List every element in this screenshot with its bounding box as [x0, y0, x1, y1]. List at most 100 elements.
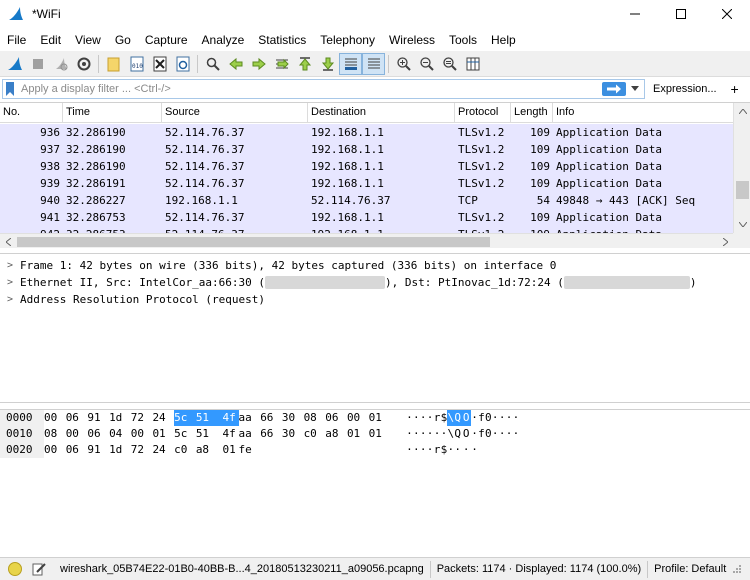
- hex-byte[interactable]: 24: [152, 442, 174, 458]
- colorize-button[interactable]: [362, 52, 385, 75]
- hex-byte[interactable]: 5c: [174, 426, 196, 442]
- ascii-char[interactable]: ·: [406, 442, 413, 458]
- bytes-row[interactable]: 0020 00 06 91 1d 72 24 c0 a8 01 fe · · ·…: [0, 442, 519, 458]
- column-header-length[interactable]: Length: [511, 103, 553, 123]
- ascii-char[interactable]: ·: [406, 410, 413, 426]
- ascii-char[interactable]: ·: [506, 410, 513, 426]
- hex-byte[interactable]: 00: [44, 410, 66, 426]
- ascii-char[interactable]: ·: [413, 410, 420, 426]
- chevron-right-icon[interactable]: >: [0, 291, 20, 308]
- filter-bookmark-button[interactable]: [3, 80, 17, 98]
- go-first-packet-button[interactable]: [293, 53, 316, 75]
- open-file-button[interactable]: [102, 53, 125, 75]
- column-header-info[interactable]: Info: [553, 103, 733, 123]
- ascii-char[interactable]: ·: [440, 426, 448, 442]
- hex-byte[interactable]: a8: [196, 442, 218, 458]
- menu-analyze[interactable]: Analyze: [195, 30, 252, 50]
- packet-row[interactable]: 937 32.286190 52.114.76.37 192.168.1.1 T…: [0, 141, 733, 158]
- capture-options-button[interactable]: [72, 53, 95, 75]
- hex-byte[interactable]: 72: [131, 410, 153, 426]
- hex-byte-selected[interactable]: 5c: [174, 410, 196, 426]
- resize-columns-button[interactable]: [461, 53, 484, 75]
- hex-byte[interactable]: 00: [44, 442, 66, 458]
- ascii-char[interactable]: ·: [512, 410, 520, 426]
- ascii-char[interactable]: ·: [492, 410, 499, 426]
- hex-byte[interactable]: 00: [131, 426, 153, 442]
- hex-byte[interactable]: 01: [347, 426, 369, 442]
- ascii-char-selected[interactable]: O: [461, 410, 472, 426]
- close-file-button[interactable]: [148, 53, 171, 75]
- filter-history-dropdown[interactable]: [628, 81, 642, 97]
- bytes-row[interactable]: 0000 00 06 91 1d 72 24 5c 51 4f aa 66 30…: [0, 410, 519, 426]
- ascii-char[interactable]: ·: [427, 410, 434, 426]
- column-header-source[interactable]: Source: [162, 103, 308, 123]
- menu-file[interactable]: File: [0, 30, 33, 50]
- hex-byte[interactable]: 66: [260, 426, 282, 442]
- ascii-char[interactable]: $: [440, 410, 448, 426]
- ascii-char[interactable]: ·: [447, 442, 454, 458]
- stop-capture-button[interactable]: [26, 53, 49, 75]
- hex-byte[interactable]: 72: [131, 442, 153, 458]
- hex-byte[interactable]: 1d: [109, 442, 131, 458]
- ascii-char[interactable]: ·: [471, 442, 478, 458]
- hex-byte-selected[interactable]: 4f: [222, 410, 239, 426]
- hex-byte[interactable]: 24: [152, 410, 174, 426]
- ascii-char[interactable]: ·: [413, 426, 420, 442]
- go-back-button[interactable]: [224, 53, 247, 75]
- auto-scroll-button[interactable]: [339, 52, 362, 75]
- menu-tools[interactable]: Tools: [442, 30, 484, 50]
- hex-byte[interactable]: c0: [174, 442, 196, 458]
- go-forward-button[interactable]: [247, 53, 270, 75]
- expression-button[interactable]: Expression...: [650, 79, 720, 99]
- column-header-no[interactable]: No.: [0, 103, 63, 123]
- scroll-up-button[interactable]: [734, 103, 750, 120]
- hex-byte[interactable]: 01: [152, 426, 174, 442]
- ascii-char[interactable]: ·: [499, 426, 506, 442]
- ascii-char[interactable]: f: [478, 410, 485, 426]
- ascii-char[interactable]: ·: [506, 426, 513, 442]
- ascii-char[interactable]: ·: [413, 442, 420, 458]
- packet-row[interactable]: 936 32.286190 52.114.76.37 192.168.1.1 T…: [0, 124, 733, 141]
- ascii-char[interactable]: ·: [420, 426, 427, 442]
- hex-byte[interactable]: 91: [87, 410, 109, 426]
- ascii-char[interactable]: ·: [427, 426, 434, 442]
- ascii-char[interactable]: ·: [427, 442, 434, 458]
- expert-info-icon[interactable]: [8, 562, 22, 576]
- scroll-thumb[interactable]: [17, 237, 490, 247]
- display-filter-input[interactable]: [17, 80, 597, 98]
- hex-byte[interactable]: 08: [44, 426, 66, 442]
- save-file-button[interactable]: 010: [125, 53, 148, 75]
- detail-row-ethernet[interactable]: > Ethernet II, Src: IntelCor_aa:66:30 ( …: [0, 274, 750, 291]
- add-filter-button[interactable]: +: [728, 81, 742, 97]
- menu-edit[interactable]: Edit: [33, 30, 68, 50]
- packet-list-horizontal-scrollbar[interactable]: [0, 233, 733, 248]
- normal-size-button[interactable]: [438, 53, 461, 75]
- restart-capture-button[interactable]: [49, 53, 72, 75]
- hex-byte[interactable]: 00: [66, 426, 88, 442]
- hex-byte[interactable]: c0: [304, 426, 326, 442]
- menu-view[interactable]: View: [68, 30, 108, 50]
- packet-row[interactable]: 939 32.286191 52.114.76.37 192.168.1.1 T…: [0, 175, 733, 192]
- profile-selector[interactable]: Profile: Default: [654, 563, 726, 575]
- menu-capture[interactable]: Capture: [138, 30, 195, 50]
- scroll-right-button[interactable]: [717, 234, 733, 248]
- hex-byte[interactable]: aa: [239, 426, 261, 442]
- hex-byte[interactable]: 01: [369, 410, 391, 426]
- reload-file-button[interactable]: [171, 53, 194, 75]
- packet-row[interactable]: 941 32.286753 52.114.76.37 192.168.1.1 T…: [0, 209, 733, 226]
- column-header-destination[interactable]: Destination: [308, 103, 455, 123]
- hex-byte[interactable]: 91: [87, 442, 109, 458]
- hex-byte[interactable]: 30: [282, 410, 304, 426]
- hex-byte[interactable]: 04: [109, 426, 131, 442]
- resize-grip-icon[interactable]: [732, 564, 742, 574]
- hex-byte[interactable]: 00: [347, 410, 369, 426]
- ascii-char[interactable]: ·: [471, 426, 478, 442]
- hex-byte[interactable]: 4f: [223, 426, 239, 442]
- ascii-char[interactable]: ·: [499, 410, 506, 426]
- ascii-char-selected[interactable]: Q: [454, 410, 462, 426]
- hex-byte[interactable]: 06: [325, 410, 347, 426]
- maximize-button[interactable]: [658, 0, 704, 28]
- go-to-packet-button[interactable]: [270, 53, 293, 75]
- close-button[interactable]: [704, 0, 750, 28]
- menu-wireless[interactable]: Wireless: [382, 30, 442, 50]
